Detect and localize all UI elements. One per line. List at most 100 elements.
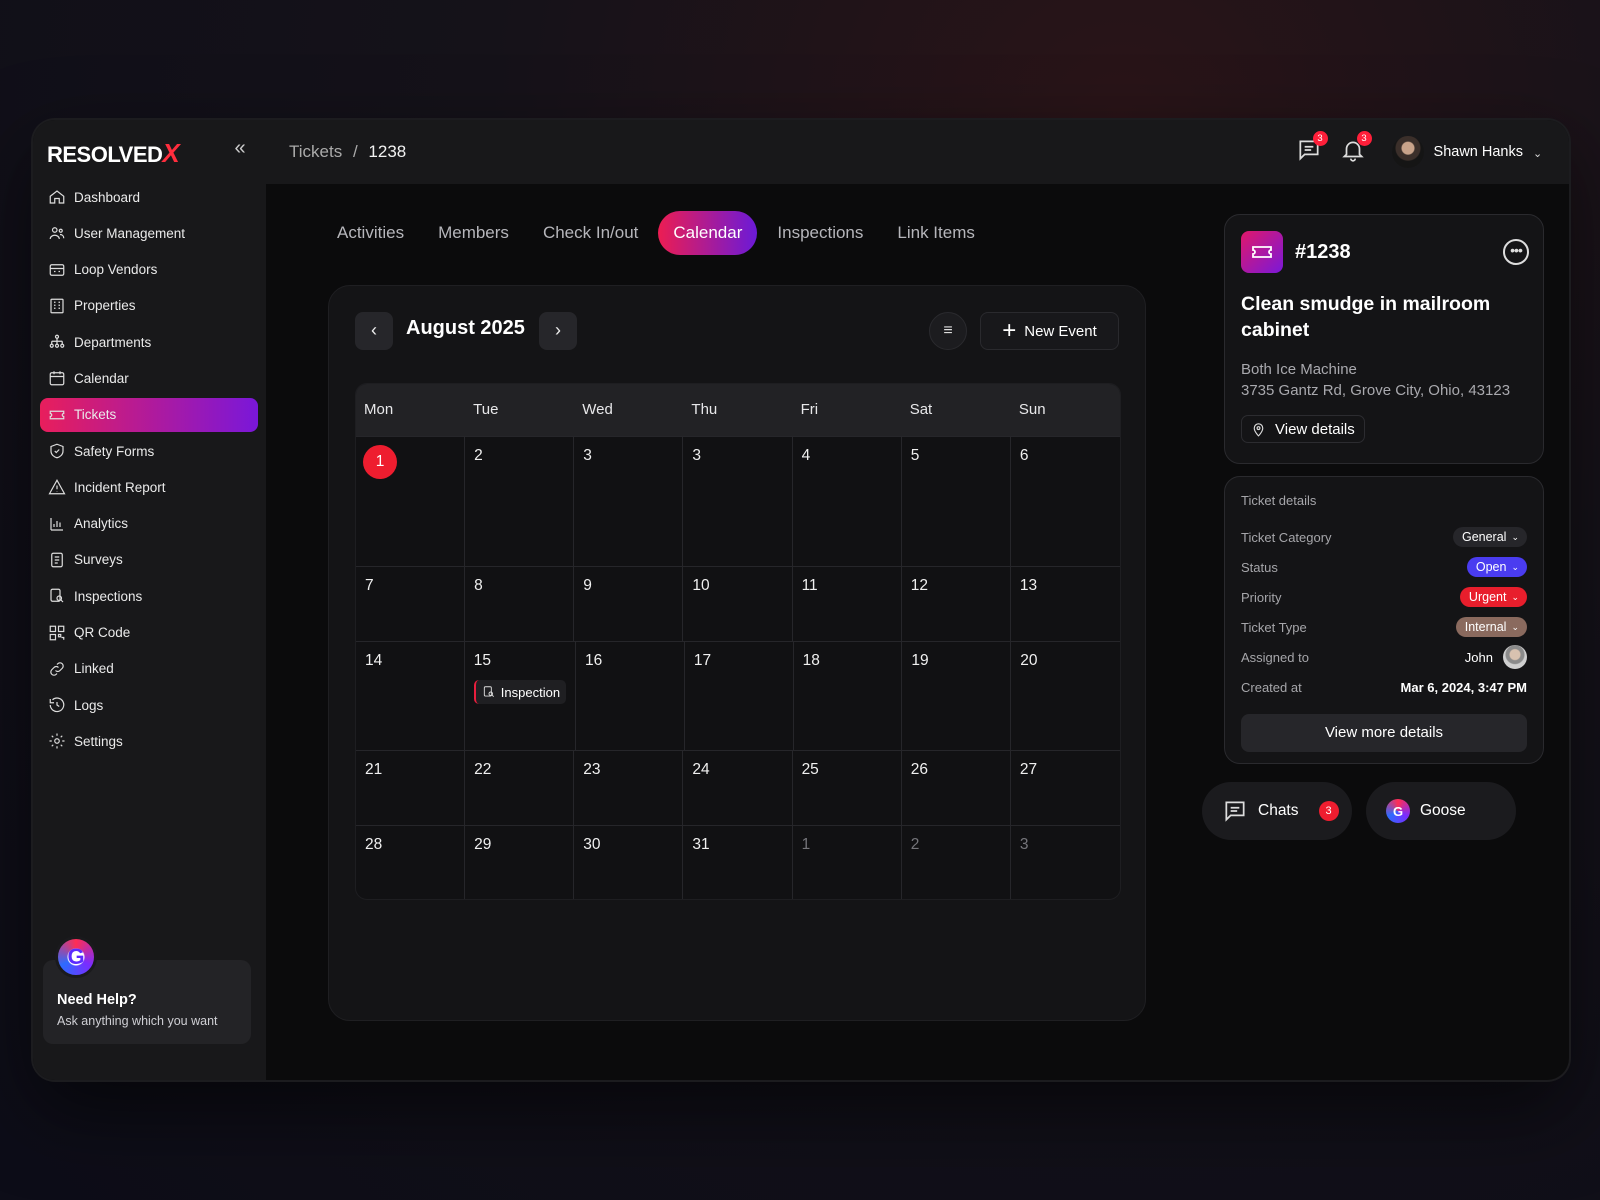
- messages-button[interactable]: 3: [1296, 131, 1328, 167]
- date-number: 28: [365, 836, 383, 853]
- calendar-day-cell[interactable]: 4: [792, 436, 902, 566]
- more-options-icon[interactable]: •••: [1503, 239, 1529, 265]
- type-value: Internal: [1464, 620, 1507, 634]
- help-card[interactable]: G Need Help? Ask anything which you want: [43, 936, 251, 1044]
- created-label: Created at: [1241, 679, 1302, 695]
- sidebar-item-incident-report[interactable]: Incident Report: [40, 470, 258, 504]
- calendar-day-cell[interactable]: 3: [1010, 825, 1120, 899]
- calendar-day-cell[interactable]: 10: [683, 566, 793, 641]
- user-menu[interactable]: Shawn Hanks ⌄: [1391, 136, 1543, 168]
- weekday-label: Tue: [473, 401, 499, 418]
- tab-inspections[interactable]: Inspections: [763, 211, 877, 255]
- sidebar-item-linked[interactable]: Linked: [40, 652, 258, 686]
- calendar-day-cell[interactable]: 28: [356, 825, 466, 899]
- view-details-button[interactable]: View details: [1241, 415, 1365, 443]
- calendar-day-cell[interactable]: 14: [356, 641, 465, 750]
- calendar-day-cell[interactable]: 30: [574, 825, 684, 899]
- calendar-day-cell[interactable]: 8: [465, 566, 575, 641]
- calendar-day-cell[interactable]: 1: [356, 436, 466, 566]
- goose-button[interactable]: G Goose: [1366, 782, 1516, 840]
- sidebar-item-calendar[interactable]: Calendar: [40, 361, 258, 395]
- calendar-day-cell[interactable]: 6: [1010, 436, 1120, 566]
- calendar-day-cell[interactable]: 3: [683, 436, 793, 566]
- sidebar-item-user-management[interactable]: User Management: [40, 216, 258, 250]
- calendar-day-cell[interactable]: 20: [1011, 641, 1120, 750]
- tab-activities[interactable]: Activities: [323, 211, 418, 255]
- calendar-day-cell[interactable]: 2: [465, 436, 575, 566]
- sidebar-item-label: Linked: [74, 661, 114, 677]
- chats-button[interactable]: Chats 3: [1202, 782, 1352, 840]
- notifications-button[interactable]: 3: [1340, 131, 1372, 167]
- calendar-day-cell[interactable]: 22: [465, 750, 575, 825]
- calendar-event-chip[interactable]: Inspection: [473, 680, 567, 704]
- sidebar-item-tickets[interactable]: Tickets: [40, 397, 258, 432]
- calendar-day-cell[interactable]: 7: [356, 566, 466, 641]
- sidebar-item-departments[interactable]: Departments: [40, 325, 258, 359]
- calendar-day-cell[interactable]: 13: [1010, 566, 1120, 641]
- new-event-button[interactable]: + New Event: [980, 312, 1119, 350]
- inspection-icon: [50, 588, 64, 603]
- calendar-day-cell[interactable]: 3: [574, 436, 684, 566]
- calendar-day-cell[interactable]: 26: [901, 750, 1011, 825]
- calendar-day-cell[interactable]: 2: [901, 825, 1011, 899]
- date-number: 14: [365, 652, 383, 669]
- calendar-day-cell[interactable]: 21: [356, 750, 466, 825]
- tab-check-in-out[interactable]: Check In/out: [529, 211, 652, 255]
- sidebar-item-analytics[interactable]: Analytics: [40, 507, 258, 541]
- collapse-sidebar-icon[interactable]: «: [229, 138, 251, 160]
- assignee[interactable]: John: [1465, 645, 1527, 669]
- users-icon: [49, 227, 65, 240]
- sidebar-item-loop-vendors[interactable]: Loop Vendors: [40, 253, 258, 287]
- calendar-day-cell[interactable]: 9: [574, 566, 684, 641]
- priority-select[interactable]: Urgent ⌄: [1459, 587, 1527, 607]
- calendar-day-cell[interactable]: 1: [792, 825, 902, 899]
- type-select[interactable]: Internal ⌄: [1455, 617, 1527, 637]
- month-label: August 2025: [406, 317, 525, 339]
- ticket-details-heading: Ticket details: [1241, 493, 1317, 508]
- calendar-day-cell[interactable]: 16: [576, 641, 685, 750]
- sidebar-item-settings[interactable]: Settings: [40, 724, 258, 758]
- tab-calendar[interactable]: Calendar: [658, 211, 758, 255]
- assignee-name: John: [1464, 649, 1493, 665]
- created-row: Created at Mar 6, 2024, 3:47 PM: [1241, 672, 1527, 702]
- calendar-day-cell[interactable]: 12: [901, 566, 1011, 641]
- calendar-day-cell[interactable]: 15 Inspection: [464, 641, 577, 750]
- sidebar-item-safety-forms[interactable]: Safety Forms: [40, 434, 258, 468]
- filter-button[interactable]: ≡: [929, 312, 967, 350]
- ticket-title: Clean smudge in mailroom cabinet: [1241, 293, 1491, 341]
- date-number: 4: [801, 447, 811, 464]
- sidebar-item-dashboard[interactable]: Dashboard: [40, 180, 258, 214]
- tab-link-items[interactable]: Link Items: [883, 211, 988, 255]
- prev-month-button[interactable]: ‹: [355, 312, 393, 350]
- category-select[interactable]: General ⌄: [1452, 527, 1527, 547]
- next-month-button[interactable]: ›: [539, 312, 577, 350]
- breadcrumb-parent[interactable]: Tickets: [289, 142, 342, 161]
- calendar-day-cell[interactable]: 27: [1010, 750, 1120, 825]
- calendar-day-cell[interactable]: 5: [901, 436, 1011, 566]
- calendar-day-cell[interactable]: 18: [793, 641, 903, 750]
- status-select[interactable]: Open ⌄: [1466, 557, 1527, 577]
- date-number: 31: [692, 836, 710, 853]
- breadcrumb: Tickets / 1238: [289, 142, 406, 162]
- sidebar-item-logs[interactable]: Logs: [40, 688, 258, 722]
- view-more-details-button[interactable]: View more details: [1241, 714, 1527, 752]
- sidebar-item-surveys[interactable]: Surveys: [40, 543, 258, 577]
- calendar-day-cell[interactable]: 11: [792, 566, 902, 641]
- sidebar-item-properties[interactable]: Properties: [40, 289, 258, 323]
- sidebar-item-qr-code[interactable]: QR Code: [40, 616, 258, 650]
- calendar-header: ‹ August 2025 › ≡ + New Event: [355, 312, 1119, 350]
- category-row: Ticket Category General ⌄: [1241, 522, 1527, 552]
- calendar-day-cell[interactable]: 17: [684, 641, 794, 750]
- calendar-day-cell[interactable]: 23: [574, 750, 684, 825]
- tab-members[interactable]: Members: [424, 211, 523, 255]
- calendar-day-cell[interactable]: 24: [683, 750, 793, 825]
- weekday-label: Sat: [909, 401, 933, 418]
- calendar-week-row: 1 2 3 3 4 5 6: [356, 436, 1120, 566]
- calendar-day-cell[interactable]: 25: [792, 750, 902, 825]
- brand-logo[interactable]: RESOLVEDX: [47, 138, 180, 169]
- calendar-day-cell[interactable]: 29: [465, 825, 575, 899]
- priority-value: Urgent: [1468, 590, 1507, 604]
- sidebar-item-inspections[interactable]: Inspections: [40, 579, 258, 613]
- calendar-day-cell[interactable]: 31: [683, 825, 793, 899]
- calendar-day-cell[interactable]: 19: [902, 641, 1012, 750]
